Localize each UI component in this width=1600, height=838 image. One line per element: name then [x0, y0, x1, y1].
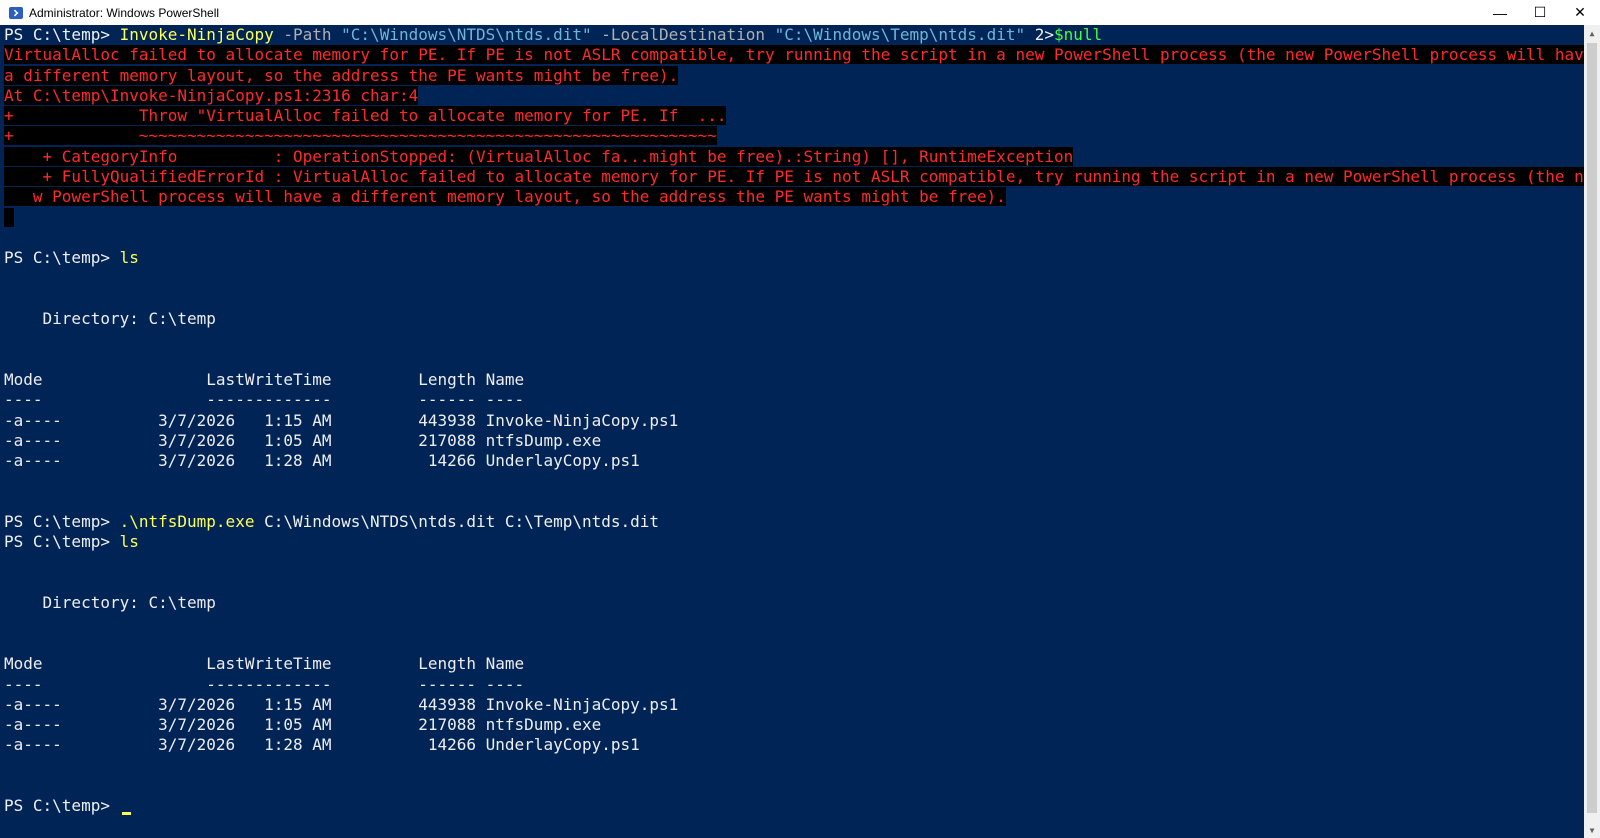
- error-line: + CategoryInfo : OperationStopped: (Virt…: [0, 146, 1584, 167]
- error-line: + FullyQualifiedErrorId : VirtualAlloc f…: [0, 167, 1584, 187]
- error-line: + ~~~~~~~~~~~~~~~~~~~~~~~~~~~~~~~~~~~~~~…: [0, 126, 1584, 146]
- error-text: + CategoryInfo : OperationStopped: (Virt…: [4, 146, 1074, 166]
- table-row: -a---- 3/7/2026 1:28 AM 14266 UnderlayCo…: [4, 451, 640, 471]
- error-line: a different memory layout, so the addres…: [0, 65, 1584, 86]
- command-line: PS C:\temp> Invoke-NinjaCopy -Path "C:\W…: [0, 25, 1584, 45]
- string-argument: "C:\Windows\Temp\ntds.dit": [774, 25, 1026, 44]
- error-line: w PowerShell process will have a differe…: [0, 187, 1584, 207]
- window-title: Administrator: Windows PowerShell: [29, 5, 220, 20]
- error-text: + Throw "VirtualAlloc failed to allocate…: [4, 106, 727, 126]
- table-row: -a---- 3/7/2026 1:28 AM 14266 UnderlayCo…: [4, 735, 640, 755]
- table-row: -a---- 3/7/2026 1:15 AM 443938 Invoke-Ni…: [4, 410, 679, 430]
- executable: .\ntfsDump.exe: [119, 512, 255, 532]
- prompt: PS C:\temp>: [4, 532, 120, 552]
- command: ls: [119, 532, 139, 552]
- command-line: PS C:\temp> ls: [0, 532, 1584, 552]
- parameter: -Path: [273, 25, 342, 44]
- table-row: -a---- 3/7/2026 1:05 AM 217088 ntfsDump.…: [4, 430, 602, 450]
- command-line: PS C:\temp> ls: [0, 248, 1584, 268]
- directory-label: Directory: C:\temp: [4, 593, 216, 613]
- command-line: PS C:\temp> .\ntfsDump.exe C:\Windows\NT…: [0, 512, 1584, 532]
- cmdlet: Invoke-NinjaCopy: [119, 25, 274, 44]
- string-argument: "C:\Windows\NTDS\ntds.dit": [341, 25, 592, 44]
- prompt: PS C:\temp>: [4, 248, 120, 268]
- scroll-down-icon[interactable]: ▼: [1584, 822, 1600, 838]
- error-line: VirtualAlloc failed to allocate memory f…: [0, 45, 1584, 65]
- text-cursor: [121, 812, 131, 816]
- console-output[interactable]: PS C:\temp> Invoke-NinjaCopy -Path "C:\W…: [0, 25, 1584, 838]
- error-text: w PowerShell process will have a differe…: [4, 187, 1006, 207]
- powershell-window: Administrator: Windows PowerShell — ☐ ✕ …: [0, 0, 1600, 838]
- error-text: + FullyQualifiedErrorId : VirtualAlloc f…: [4, 167, 1584, 187]
- prompt: PS C:\temp>: [4, 512, 120, 532]
- active-prompt-line[interactable]: PS C:\temp>: [0, 796, 1584, 816]
- scroll-up-icon[interactable]: ▲: [1584, 25, 1600, 41]
- table-header: Mode LastWriteTime Length Name: [4, 654, 525, 674]
- table-row: -a---- 3/7/2026 1:15 AM 443938 Invoke-Ni…: [4, 694, 679, 714]
- parameter: -LocalDestination: [591, 25, 775, 44]
- error-line: + Throw "VirtualAlloc failed to allocate…: [0, 106, 1584, 126]
- error-line: At C:\temp\Invoke-NinjaCopy.ps1:2316 cha…: [0, 85, 1584, 106]
- vertical-scrollbar[interactable]: ▲ ▼: [1584, 25, 1600, 838]
- powershell-icon: [9, 6, 23, 19]
- null-variable: $null: [1054, 25, 1103, 44]
- prompt: PS C:\temp>: [4, 796, 120, 816]
- window-controls: — ☐ ✕: [1480, 0, 1600, 25]
- table-row: -a---- 3/7/2026 1:05 AM 217088 ntfsDump.…: [4, 715, 602, 735]
- directory-label: Directory: C:\temp: [4, 309, 216, 329]
- error-line: [0, 207, 1584, 228]
- table-header-underline: ---- ------------- ------ ----: [4, 390, 525, 410]
- error-text: a different memory layout, so the addres…: [4, 65, 679, 85]
- title-bar[interactable]: Administrator: Windows PowerShell — ☐ ✕: [0, 0, 1600, 25]
- redirect-operator: 2>: [1025, 25, 1054, 44]
- error-text: + ~~~~~~~~~~~~~~~~~~~~~~~~~~~~~~~~~~~~~~…: [4, 126, 717, 146]
- close-button[interactable]: ✕: [1560, 0, 1600, 25]
- maximize-button[interactable]: ☐: [1520, 0, 1560, 25]
- scrollbar-thumb[interactable]: [1587, 43, 1597, 813]
- command: ls: [119, 248, 139, 268]
- error-text: [4, 207, 14, 227]
- table-header: Mode LastWriteTime Length Name: [4, 370, 525, 390]
- error-text: At C:\temp\Invoke-NinjaCopy.ps1:2316 cha…: [4, 85, 419, 105]
- table-header-underline: ---- ------------- ------ ----: [4, 674, 525, 694]
- prompt: PS C:\temp>: [4, 25, 120, 44]
- minimize-button[interactable]: —: [1480, 0, 1520, 25]
- error-text: VirtualAlloc failed to allocate memory f…: [4, 45, 1584, 65]
- arguments: C:\Windows\NTDS\ntds.dit C:\Temp\ntds.di…: [254, 512, 660, 532]
